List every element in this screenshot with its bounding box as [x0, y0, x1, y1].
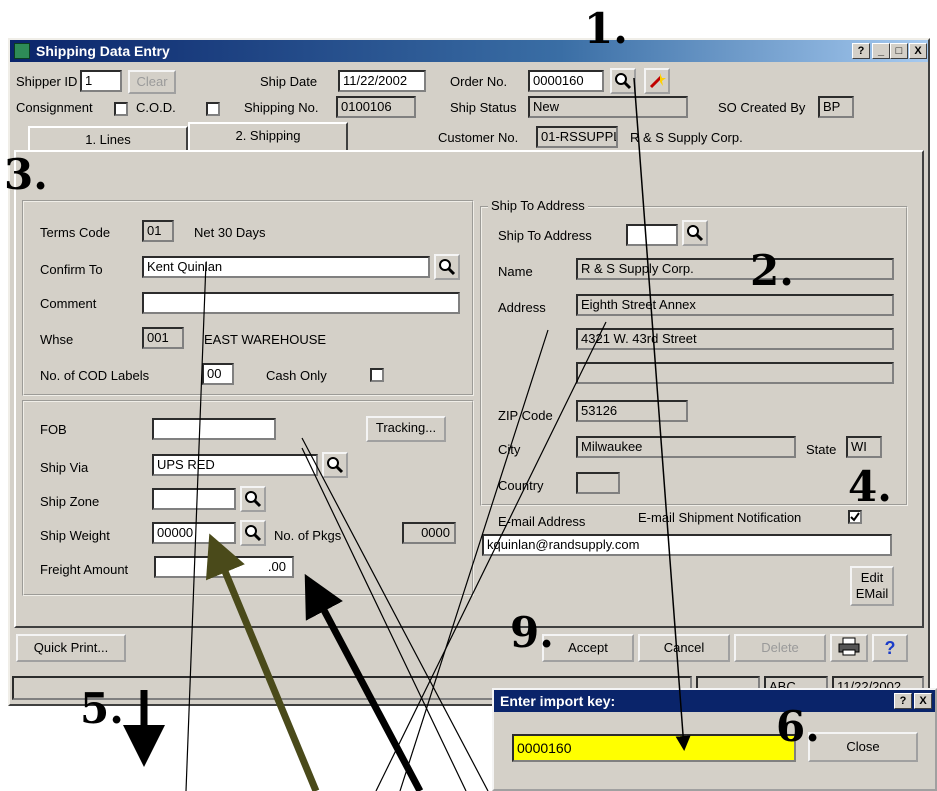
annotation-6: 6. [776, 702, 820, 751]
line-confirm-to [185, 261, 207, 791]
annotation-4: 4. [848, 462, 892, 511]
arrow-ship-weight [205, 533, 320, 791]
annotation-9: 9. [510, 608, 554, 657]
line-name [399, 329, 549, 791]
arrow-order-to-import [633, 77, 691, 751]
line-address [375, 321, 607, 791]
annotation-2: 2. [750, 246, 794, 295]
annotation-3: 3. [4, 150, 48, 199]
annotation-5: 5. [80, 684, 124, 733]
annotation-1: 1. [584, 4, 628, 53]
arrow-freight-amount [304, 573, 424, 791]
annotation-overlay [123, 77, 691, 791]
